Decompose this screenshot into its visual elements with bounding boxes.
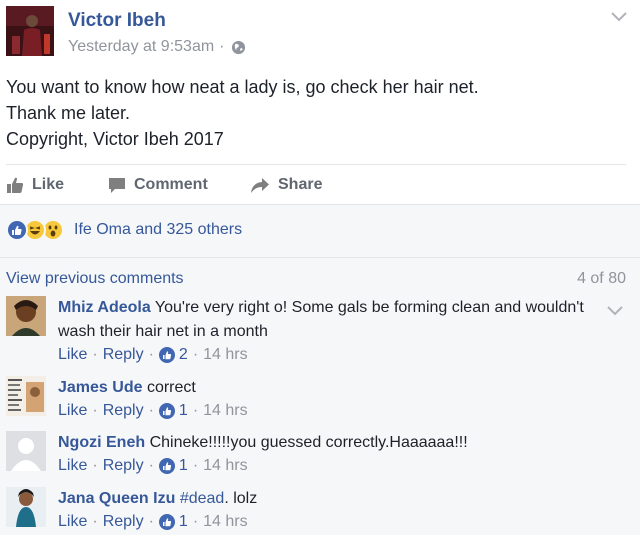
share-button-label: Share bbox=[278, 176, 323, 193]
meta-separator: · bbox=[219, 38, 225, 55]
author-avatar[interactable] bbox=[6, 6, 54, 56]
divider bbox=[6, 164, 626, 165]
comment-time[interactable]: 14 hrs bbox=[203, 513, 247, 531]
separator: · bbox=[148, 402, 154, 419]
separator: · bbox=[92, 346, 98, 363]
commenter-name[interactable]: James Ude bbox=[58, 379, 143, 396]
comments-count: 4 of 80 bbox=[577, 270, 626, 287]
commenter-name[interactable]: Ngozi Eneh bbox=[58, 434, 145, 451]
comment-like-link[interactable]: Like bbox=[58, 402, 87, 420]
comment-actions: Like · Reply · 1 · 14 hrs bbox=[58, 402, 248, 420]
separator: · bbox=[192, 402, 199, 419]
comment-like-link[interactable]: Like bbox=[58, 513, 87, 531]
post-body: You want to know how neat a lady is, go … bbox=[6, 74, 479, 152]
commenter-name[interactable]: Mhiz Adeola bbox=[58, 299, 151, 316]
post-action-bar: Like Comment Share bbox=[0, 166, 640, 204]
comment-reply-link[interactable]: Reply bbox=[103, 346, 144, 364]
hashtag-link[interactable]: #dead bbox=[180, 490, 225, 507]
commenter-name[interactable]: Jana Queen Izu bbox=[58, 490, 175, 507]
commenter-avatar[interactable] bbox=[6, 296, 46, 336]
post-options-chevron-icon[interactable] bbox=[610, 10, 628, 24]
separator: · bbox=[92, 513, 98, 530]
comment-like-count[interactable]: 1 bbox=[179, 457, 188, 475]
like-count-icon[interactable] bbox=[158, 403, 175, 419]
post-text-line: Thank me later. bbox=[6, 103, 131, 123]
comment-actions: Like · Reply · 1 · 14 hrs bbox=[58, 457, 248, 475]
comment-reply-link[interactable]: Reply bbox=[103, 402, 144, 420]
post-header: Victor Ibeh Yesterday at 9:53am · bbox=[0, 0, 640, 62]
separator: · bbox=[92, 457, 98, 474]
comment-options-chevron-icon[interactable] bbox=[606, 304, 624, 316]
comment-body: correct bbox=[146, 379, 196, 396]
commenter-avatar[interactable] bbox=[6, 487, 46, 527]
separator: · bbox=[148, 346, 154, 363]
like-reaction-icon bbox=[6, 219, 28, 241]
comment-reply-link[interactable]: Reply bbox=[103, 513, 144, 531]
comment-text: James Ude correct bbox=[58, 376, 588, 400]
reactions-bar: Ife Oma and 325 others bbox=[0, 205, 640, 257]
comment-text: Ngozi Eneh Chineke!!!!!you guessed corre… bbox=[58, 431, 588, 455]
separator: · bbox=[192, 513, 199, 530]
like-count-icon[interactable] bbox=[158, 458, 175, 474]
comments-section: View previous comments 4 of 80 Mhiz Adeo… bbox=[0, 258, 640, 535]
share-arrow-icon bbox=[251, 177, 269, 193]
comment-actions: Like · Reply · 1 · 14 hrs bbox=[58, 513, 248, 531]
comment-icon bbox=[109, 177, 125, 193]
comment-button[interactable]: Comment bbox=[108, 176, 208, 194]
comment-reply-link[interactable]: Reply bbox=[103, 457, 144, 475]
post-timestamp[interactable]: Yesterday at 9:53am bbox=[68, 37, 214, 57]
like-button-label: Like bbox=[32, 176, 65, 193]
reactions-summary[interactable]: Ife Oma and 325 others bbox=[74, 221, 242, 239]
comment-text: Mhiz Adeola You're very right o! Some ga… bbox=[58, 296, 588, 344]
like-count-icon[interactable] bbox=[158, 347, 175, 363]
separator: · bbox=[192, 346, 199, 363]
comment-like-link[interactable]: Like bbox=[58, 346, 87, 364]
comment-like-count[interactable]: 2 bbox=[179, 346, 188, 364]
like-count-icon[interactable] bbox=[158, 514, 175, 530]
post-text-line: Copyright, Victor Ibeh 2017 bbox=[6, 129, 224, 149]
separator: · bbox=[148, 513, 154, 530]
comment-actions: Like · Reply · 2 · 14 hrs bbox=[58, 346, 248, 364]
separator: · bbox=[192, 457, 199, 474]
post-text-line: You want to know how neat a lady is, go … bbox=[6, 77, 479, 97]
comment-body: Chineke!!!!!you guessed correctly.Haaaaa… bbox=[149, 434, 468, 451]
thumbs-up-icon bbox=[7, 177, 24, 193]
comment-time[interactable]: 14 hrs bbox=[203, 346, 247, 364]
commenter-avatar[interactable] bbox=[6, 376, 46, 416]
commenter-avatar[interactable] bbox=[6, 431, 46, 471]
comment-button-label: Comment bbox=[134, 176, 208, 193]
comment-like-count[interactable]: 1 bbox=[179, 402, 188, 420]
comment-time[interactable]: 14 hrs bbox=[203, 402, 247, 420]
comment-like-link[interactable]: Like bbox=[58, 457, 87, 475]
post-author-name[interactable]: Victor Ibeh bbox=[68, 9, 166, 33]
comment-text: Jana Queen Izu #dead. lolz bbox=[58, 487, 588, 511]
separator: · bbox=[148, 457, 154, 474]
comment-time[interactable]: 14 hrs bbox=[203, 457, 247, 475]
view-previous-comments-link[interactable]: View previous comments bbox=[6, 270, 184, 288]
comment-body: wash their hair net in a month bbox=[58, 323, 268, 340]
share-button[interactable]: Share bbox=[250, 176, 322, 194]
reaction-icons[interactable] bbox=[6, 219, 72, 241]
comment-like-count[interactable]: 1 bbox=[179, 513, 188, 531]
separator: · bbox=[92, 402, 98, 419]
comment-body: . lolz bbox=[224, 490, 258, 507]
comment-body: You're very right o! Some gals be formin… bbox=[154, 299, 584, 316]
like-button[interactable]: Like bbox=[6, 176, 64, 194]
globe-icon[interactable] bbox=[231, 40, 246, 55]
post-meta: Yesterday at 9:53am · bbox=[68, 37, 246, 57]
